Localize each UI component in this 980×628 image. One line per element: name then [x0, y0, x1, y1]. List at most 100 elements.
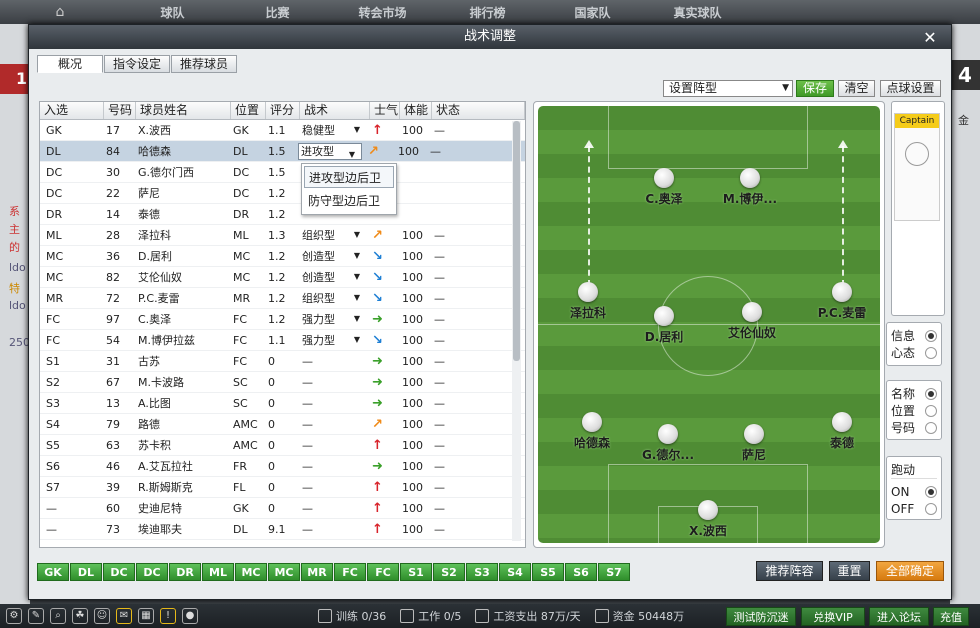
tactic-select[interactable]: —	[296, 460, 366, 473]
pitch-player[interactable]: 泰德	[792, 412, 880, 451]
position-slot[interactable]: S6	[565, 563, 597, 581]
position-slot[interactable]: S1	[400, 563, 432, 581]
ball-icon[interactable]: ●	[182, 608, 198, 624]
radio-mentality[interactable]	[925, 346, 937, 359]
table-row[interactable]: FC 97 C.奥泽 FC 1.2 强力型 ▼ ➜ 100 —	[40, 309, 525, 330]
forum-button[interactable]: 进入论坛	[869, 607, 929, 626]
set-piece-button[interactable]: 点球设置	[880, 80, 941, 97]
alert-icon[interactable]: !	[160, 608, 176, 624]
formation-select[interactable]: 设置阵型 ▼	[663, 80, 793, 97]
pitch-player[interactable]: D.居利	[614, 306, 714, 345]
vip-button[interactable]: 兑换VIP	[801, 607, 865, 626]
menu-item-attacking-fullback[interactable]: 进攻型边后卫	[304, 166, 394, 188]
table-scrollbar[interactable]	[512, 121, 521, 541]
position-slot[interactable]: S4	[499, 563, 531, 581]
table-row[interactable]: DL 84 哈德森 DL 1.5 进攻型 ▼ ↗ 100 —	[40, 141, 525, 162]
tactic-select[interactable]: 进攻型 ▼	[298, 142, 362, 160]
table-row[interactable]: DC 30 G.德尔门西 DC 1.5	[40, 162, 525, 183]
radio-off[interactable]	[925, 502, 937, 515]
confirm-all-button[interactable]: 全部确定	[876, 561, 944, 581]
reset-button[interactable]: 重置	[829, 561, 870, 581]
table-row[interactable]: GK 17 X.波西 GK 1.1 稳健型 ▼ ↑ 100 —	[40, 120, 525, 141]
nav-real-team[interactable]: 真实球队	[645, 4, 750, 21]
table-row[interactable]: S6 46 A.艾瓦拉社 FR 0 — ➜ 100 —	[40, 456, 525, 477]
pitch-player[interactable]: 艾伦仙奴	[702, 302, 802, 341]
col-status[interactable]: 状态	[432, 102, 525, 119]
table-row[interactable]: S7 39 R.斯姆斯克 FL 0 — ↑ 100 —	[40, 477, 525, 498]
captain-slot[interactable]: Captain	[894, 113, 940, 221]
home-icon[interactable]: ⌂	[0, 4, 120, 20]
table-row[interactable]: MR 72 P.C.麦雷 MR 1.2 组织型 ▼ ↘ 100 —	[40, 288, 525, 309]
position-slot[interactable]: MR	[301, 563, 333, 581]
position-slot[interactable]: S3	[466, 563, 498, 581]
position-slot[interactable]: MC	[268, 563, 300, 581]
recommend-lineup-button[interactable]: 推荐阵容	[756, 561, 823, 581]
tactic-select[interactable]: —	[296, 355, 366, 368]
tactic-select[interactable]: 强力型 ▼	[296, 332, 366, 348]
position-slot[interactable]: MC	[235, 563, 267, 581]
table-row[interactable]: S4 79 路德 AMC 0 — ↗ 100 —	[40, 414, 525, 435]
position-slot[interactable]: ML	[202, 563, 234, 581]
tactic-select[interactable]: 稳健型 ▼	[296, 122, 366, 138]
tab-recommended-players[interactable]: 推荐球员	[171, 55, 238, 73]
position-slot[interactable]: GK	[37, 563, 69, 581]
settings-icon[interactable]: ⚙	[6, 608, 22, 624]
table-row[interactable]: — 73 埃迪耶夫 DL 9.1 — ↑ 100 —	[40, 519, 525, 540]
position-slot[interactable]: S7	[598, 563, 630, 581]
tactic-select[interactable]: 组织型 ▼	[296, 290, 366, 306]
smile-icon[interactable]: ☺	[94, 608, 110, 624]
recharge-button[interactable]: 充值	[933, 607, 969, 626]
table-row[interactable]: DC 22 萨尼 DC 1.2	[40, 183, 525, 204]
col-position[interactable]: 位置	[231, 102, 266, 119]
tactic-select[interactable]: —	[296, 397, 366, 410]
clear-button[interactable]: 清空	[838, 80, 875, 97]
mail-icon[interactable]: ✉	[116, 608, 132, 624]
table-row[interactable]: S5 63 苏卡积 AMC 0 — ↑ 100 —	[40, 435, 525, 456]
position-slot[interactable]: DC	[136, 563, 168, 581]
scrollbar-thumb[interactable]	[513, 121, 520, 361]
col-tactic[interactable]: 战术	[300, 102, 370, 119]
pitch-player[interactable]: G.德尔...	[618, 424, 718, 463]
radio-on[interactable]	[925, 485, 937, 498]
tactic-select[interactable]: 强力型 ▼	[296, 311, 366, 327]
anti-addiction-button[interactable]: 测试防沉迷	[726, 607, 796, 626]
table-row[interactable]: — 60 史迪尼特 GK 0 — ↑ 100 —	[40, 498, 525, 519]
nav-match[interactable]: 比赛	[225, 4, 330, 21]
col-rating[interactable]: 评分	[266, 102, 300, 119]
tactic-select[interactable]: —	[296, 523, 366, 536]
radio-position[interactable]	[925, 404, 937, 417]
tactic-select[interactable]: —	[296, 418, 366, 431]
menu-item-defensive-fullback[interactable]: 防守型边后卫	[304, 190, 394, 212]
col-stamina[interactable]: 体能	[400, 102, 432, 119]
table-row[interactable]: DR 14 泰德 DR 1.2	[40, 204, 525, 225]
col-number[interactable]: 号码	[104, 102, 136, 119]
tactic-select[interactable]: —	[296, 376, 366, 389]
tab-instructions[interactable]: 指令设定	[104, 55, 171, 73]
col-morale[interactable]: 士气	[370, 102, 400, 119]
nav-team[interactable]: 球队	[120, 4, 225, 21]
table-row[interactable]: S1 31 古苏 FC 0 — ➜ 100 —	[40, 351, 525, 372]
tactic-select[interactable]: 创造型 ▼	[296, 269, 366, 285]
position-slot[interactable]: DC	[103, 563, 135, 581]
position-slot[interactable]: DL	[70, 563, 102, 581]
pitch-player[interactable]: M.博伊...	[700, 168, 800, 207]
radio-name[interactable]	[925, 387, 937, 400]
nav-transfer[interactable]: 转会市场	[330, 4, 435, 21]
table-row[interactable]: FC 54 M.博伊拉兹 FC 1.1 强力型 ▼ ↘ 100 —	[40, 330, 525, 351]
tactic-select[interactable]: 组织型 ▼	[296, 227, 366, 243]
col-name[interactable]: 球员姓名	[136, 102, 231, 119]
pitch-player[interactable]: P.C.麦雷	[792, 282, 880, 321]
table-row[interactable]: ML 28 泽拉科 ML 1.3 组织型 ▼ ↗ 100 —	[40, 225, 525, 246]
tactic-select[interactable]: 创造型 ▼	[296, 248, 366, 264]
tactic-select[interactable]: —	[296, 502, 366, 515]
position-slot[interactable]: S5	[532, 563, 564, 581]
tab-overview[interactable]: 概况	[37, 55, 103, 73]
calendar-icon[interactable]: ▦	[138, 608, 154, 624]
tactic-select[interactable]: —	[296, 439, 366, 452]
save-button[interactable]: 保存	[796, 80, 834, 97]
search-icon[interactable]: ⌕	[50, 608, 66, 624]
pitch-player[interactable]: X.波西	[658, 500, 758, 539]
table-row[interactable]: MC 36 D.居利 MC 1.2 创造型 ▼ ↘ 100 —	[40, 246, 525, 267]
position-slot[interactable]: S2	[433, 563, 465, 581]
nav-ranking[interactable]: 排行榜	[435, 4, 540, 21]
